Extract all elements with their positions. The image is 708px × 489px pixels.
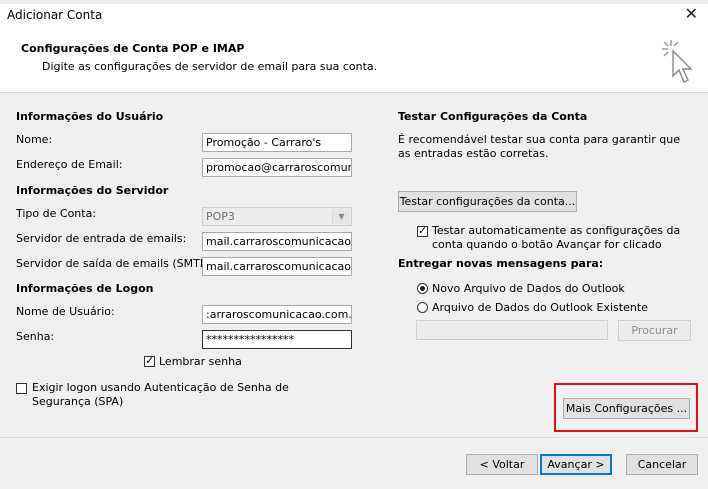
outgoing-server-field[interactable]: mail.carraroscomunicacao.com.br [202,257,352,276]
name-field[interactable]: Promoção - Carraro's [202,133,352,152]
back-button[interactable]: < Voltar [466,454,538,475]
test-description: É recomendável testar sua conta para gar… [398,133,680,160]
existing-data-file-label: Arquivo de Dados do Outlook Existente [432,301,648,314]
window-title: Adicionar Conta [7,8,103,22]
browse-button: Procurar [618,320,691,341]
delivery-heading: Entregar novas mensagens para: [398,257,604,270]
existing-data-file-radio[interactable] [417,302,428,313]
close-icon[interactable]: ✕ [685,4,698,24]
incoming-server-field[interactable]: mail.carraroscomunicacao.com.br [202,232,352,251]
password-field[interactable]: **************** [202,330,352,349]
outgoing-server-label: Servidor de saída de emails (SMTP): [16,257,215,270]
username-field[interactable]: :arraroscomunicacao.com.br [202,305,352,324]
auto-test-label: Testar automaticamente as configurações … [432,224,681,251]
more-settings-button[interactable]: Mais Configurações ... [563,398,690,419]
user-info-heading: Informações do Usuário [16,110,164,123]
radio-selected-dot [420,286,425,291]
server-info-heading: Informações do Servidor [16,184,169,197]
spa-label: Exigir logon usando Autenticação de Senh… [32,381,289,408]
background-window-strip [0,0,708,4]
checkmark-icon: ✓ [418,224,428,237]
page-subtitle: Digite as configurações de servidor de e… [42,60,378,73]
checkmark-icon: ✓ [145,354,155,367]
account-type-label: Tipo de Conta: [16,207,97,220]
account-type-value: POP3 [206,210,235,223]
existing-data-file-path [416,320,608,340]
next-button[interactable]: Avançar > [540,454,612,475]
page-title: Configurações de Conta POP e IMAP [21,42,245,55]
test-settings-heading: Testar Configurações da Conta [398,110,588,123]
auto-test-checkbox[interactable]: ✓ [417,224,428,237]
username-label: Nome de Usuário: [16,305,115,318]
new-data-file-label: Novo Arquivo de Dados do Outlook [432,282,625,295]
remember-password-label: Lembrar senha [159,355,242,368]
spa-checkbox[interactable] [16,383,27,394]
cancel-button[interactable]: Cancelar [626,454,698,475]
email-label: Endereço de Email: [16,158,123,171]
incoming-server-label: Servidor de entrada de emails: [16,232,187,245]
account-type-select: POP3 ▼ [202,207,352,226]
footer-divider [0,437,708,438]
new-data-file-radio[interactable] [417,283,428,294]
remember-password-checkbox[interactable]: ✓ [144,354,155,367]
email-field[interactable]: promocao@carraroscomunicacao.com.br [202,158,352,177]
logon-info-heading: Informações de Logon [16,282,154,295]
password-label: Senha: [16,330,55,343]
name-label: Nome: [16,133,53,146]
wizard-cursor-icon [662,40,693,83]
test-account-settings-button[interactable]: Testar configurações da conta... [398,191,577,212]
chevron-down-icon: ▼ [332,209,350,224]
